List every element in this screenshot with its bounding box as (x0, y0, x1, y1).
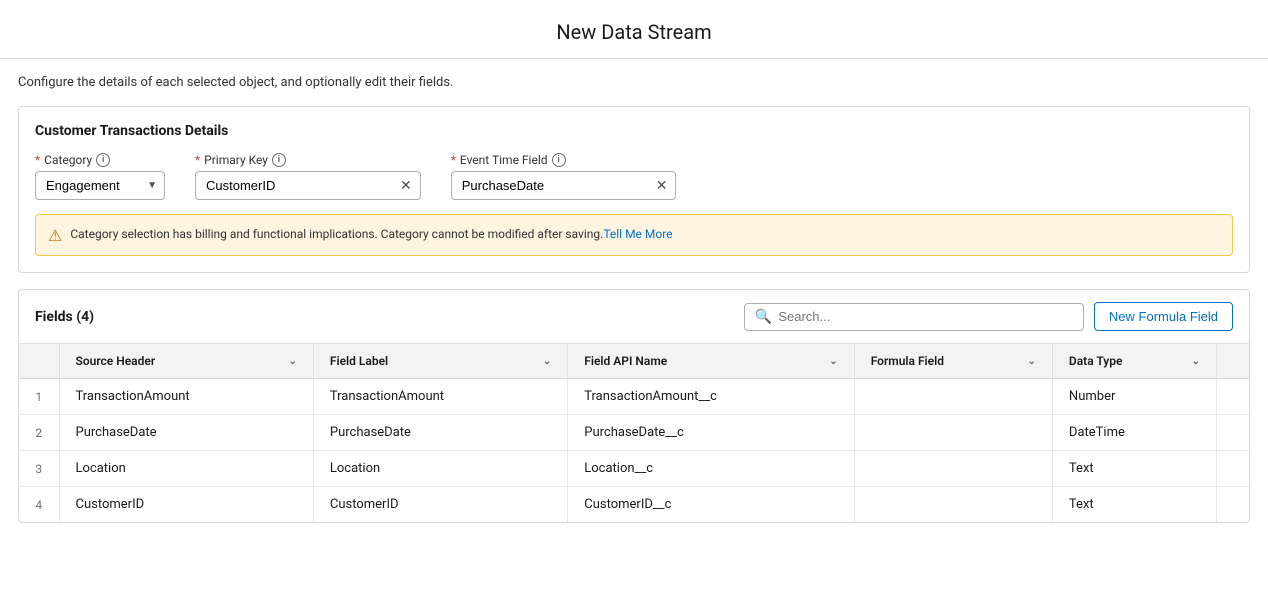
row-field-api-name: TransactionAmount__c (568, 379, 854, 415)
category-select[interactable]: Engagement (35, 171, 165, 200)
row-data-type: Number (1052, 379, 1216, 415)
search-icon: 🔍 (755, 309, 772, 325)
sort-field-label-icon[interactable]: ⌄ (543, 356, 551, 367)
fields-table: Source Header ⌄ Field Label ⌄ Field API … (19, 344, 1249, 522)
table-row: 1 TransactionAmount TransactionAmount Tr… (19, 379, 1249, 415)
th-source-header: Source Header ⌄ (59, 344, 313, 379)
table-body: 1 TransactionAmount TransactionAmount Tr… (19, 379, 1249, 523)
category-group: * Category i Engagement ▼ (35, 153, 165, 200)
row-field-api-name: CustomerID__c (568, 487, 854, 523)
primary-key-group: * Primary Key i ✕ (195, 153, 421, 200)
fields-controls: 🔍 New Formula Field (744, 302, 1233, 331)
sort-data-type-icon[interactable]: ⌄ (1192, 356, 1200, 367)
th-actions (1217, 344, 1250, 379)
page-title: New Data Stream (0, 20, 1268, 44)
row-num: 4 (19, 487, 59, 523)
tell-me-more-link[interactable]: Tell Me More (603, 227, 672, 241)
new-formula-field-button[interactable]: New Formula Field (1094, 302, 1233, 331)
subtitle: Configure the details of each selected o… (18, 75, 1250, 90)
required-star-et: * (451, 153, 456, 167)
category-select-wrapper: Engagement ▼ (35, 171, 165, 200)
row-action (1217, 415, 1250, 451)
row-field-label: Location (313, 451, 567, 487)
primary-key-clear-button[interactable]: ✕ (392, 177, 420, 194)
row-source-header: Location (59, 451, 313, 487)
row-num: 2 (19, 415, 59, 451)
page-header: New Data Stream (0, 0, 1268, 59)
form-row: * Category i Engagement ▼ * Primary Key … (35, 153, 1233, 200)
row-num: 1 (19, 379, 59, 415)
th-num (19, 344, 59, 379)
row-field-api-name: PurchaseDate__c (568, 415, 854, 451)
row-action (1217, 379, 1250, 415)
th-field-api-name: Field API Name ⌄ (568, 344, 854, 379)
table-row: 4 CustomerID CustomerID CustomerID__c Te… (19, 487, 1249, 523)
row-field-label: TransactionAmount (313, 379, 567, 415)
required-star-pk: * (195, 153, 200, 167)
event-time-group: * Event Time Field i ✕ (451, 153, 677, 200)
event-time-input-wrapper: ✕ (451, 171, 677, 200)
event-time-label: * Event Time Field i (451, 153, 677, 167)
table-row: 2 PurchaseDate PurchaseDate PurchaseDate… (19, 415, 1249, 451)
row-field-label: CustomerID (313, 487, 567, 523)
event-time-input[interactable] (452, 172, 648, 199)
warning-text: Category selection has billing and funct… (70, 225, 672, 243)
warning-triangle-icon: ⚠ (48, 226, 62, 245)
primary-key-input[interactable] (196, 172, 392, 199)
row-field-label: PurchaseDate (313, 415, 567, 451)
event-time-info-icon[interactable]: i (552, 153, 566, 167)
row-data-type: DateTime (1052, 415, 1216, 451)
search-input[interactable] (778, 309, 1073, 324)
primary-key-input-wrapper: ✕ (195, 171, 421, 200)
row-formula-field (854, 415, 1052, 451)
row-num: 3 (19, 451, 59, 487)
row-formula-field (854, 379, 1052, 415)
row-source-header: PurchaseDate (59, 415, 313, 451)
row-data-type: Text (1052, 451, 1216, 487)
row-formula-field (854, 451, 1052, 487)
category-info-icon[interactable]: i (96, 153, 110, 167)
row-field-api-name: Location__c (568, 451, 854, 487)
row-source-header: TransactionAmount (59, 379, 313, 415)
th-field-label: Field Label ⌄ (313, 344, 567, 379)
row-data-type: Text (1052, 487, 1216, 523)
row-source-header: CustomerID (59, 487, 313, 523)
row-action (1217, 487, 1250, 523)
row-formula-field (854, 487, 1052, 523)
sort-source-header-icon[interactable]: ⌄ (288, 356, 296, 367)
category-label: * Category i (35, 153, 165, 167)
customer-transactions-section: Customer Transactions Details * Category… (18, 106, 1250, 273)
section-title: Customer Transactions Details (35, 123, 1233, 139)
primary-key-info-icon[interactable]: i (272, 153, 286, 167)
table-row: 3 Location Location Location__c Text (19, 451, 1249, 487)
primary-key-label: * Primary Key i (195, 153, 421, 167)
th-data-type: Data Type ⌄ (1052, 344, 1216, 379)
fields-header: Fields (4) 🔍 New Formula Field (19, 290, 1249, 344)
table-header-row: Source Header ⌄ Field Label ⌄ Field API … (19, 344, 1249, 379)
warning-banner: ⚠ Category selection has billing and fun… (35, 214, 1233, 256)
required-star-category: * (35, 153, 40, 167)
event-time-clear-button[interactable]: ✕ (648, 177, 676, 194)
fields-section: Fields (4) 🔍 New Formula Field Source He… (18, 289, 1250, 523)
search-box: 🔍 (744, 303, 1084, 331)
sort-formula-field-icon[interactable]: ⌄ (1028, 356, 1036, 367)
th-formula-field: Formula Field ⌄ (854, 344, 1052, 379)
sort-field-api-icon[interactable]: ⌄ (829, 356, 837, 367)
row-action (1217, 451, 1250, 487)
fields-title: Fields (4) (35, 309, 94, 325)
page-body: Configure the details of each selected o… (0, 59, 1268, 539)
